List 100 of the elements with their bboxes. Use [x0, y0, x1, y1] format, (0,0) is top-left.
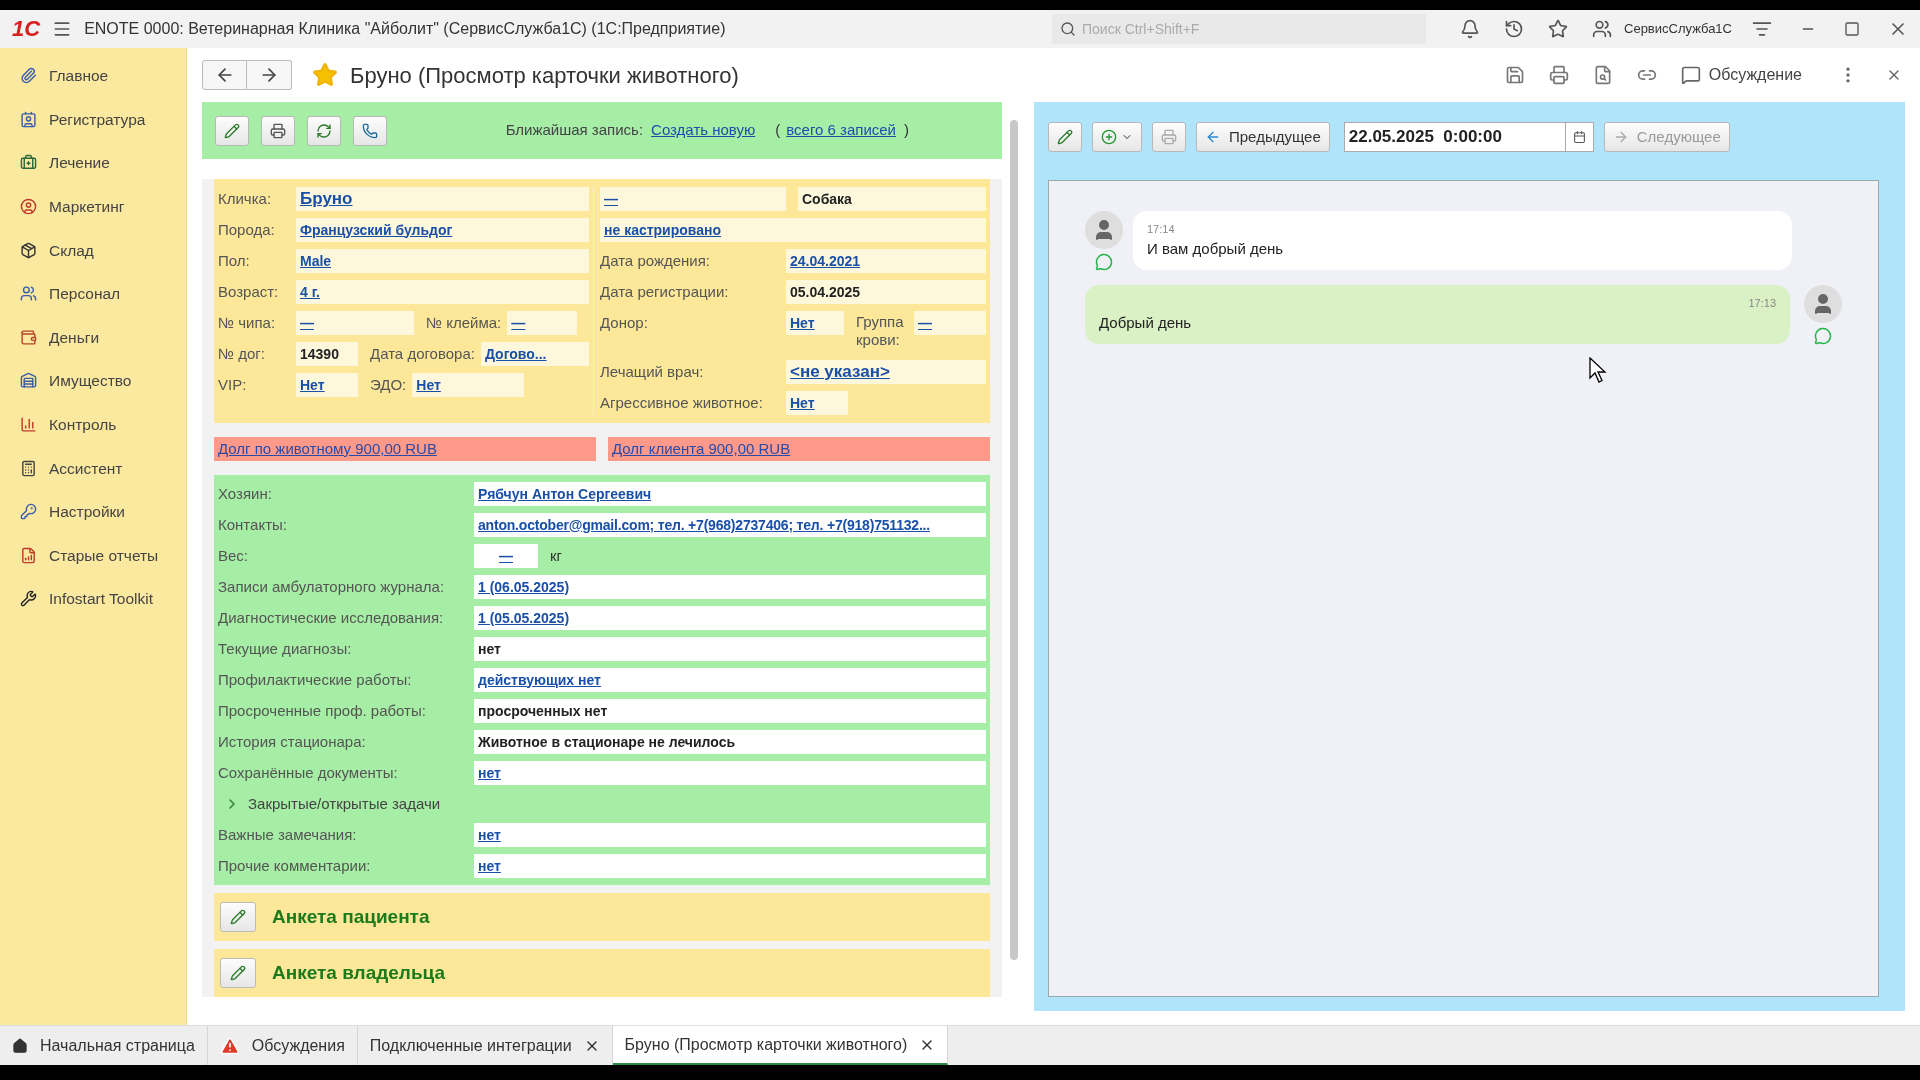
- sidebar-item[interactable]: Настройки: [0, 489, 186, 534]
- history-icon[interactable]: [1504, 19, 1524, 39]
- field-label: Записи амбулаторного журнала:: [218, 576, 446, 597]
- back-button[interactable]: [202, 60, 247, 90]
- bell-icon[interactable]: [1460, 19, 1480, 39]
- field-value[interactable]: Догово...: [480, 342, 589, 366]
- maximize-icon[interactable]: [1844, 21, 1860, 37]
- field-value[interactable]: нет: [474, 854, 986, 878]
- user-name[interactable]: СервисСлужба1С: [1624, 19, 1732, 39]
- field-value[interactable]: anton.october@gmail.com; тел. +7(968)2737406; тел. +7(918)751132...: [474, 513, 986, 537]
- plus-icon: [1101, 129, 1117, 145]
- page-title: Бруно (Просмотр карточки животного): [350, 61, 739, 90]
- window-title: ENOTE 0000: Ветеринарная Клиника "Айболит" (СервисСлужба1С) (1С:Предприятие): [84, 19, 726, 39]
- home-icon: [12, 1037, 28, 1054]
- sidebar-item[interactable]: Контроль: [0, 402, 186, 447]
- field-label: Дата договора:: [370, 343, 475, 364]
- field-value: просроченных нет: [474, 699, 986, 723]
- field-label: Лечащий врач:: [600, 362, 705, 382]
- field-label: Пол:: [218, 250, 251, 271]
- parenthesis: (: [775, 120, 781, 141]
- debt-link[interactable]: Долг по животному 900,00 RUB: [214, 437, 596, 461]
- forward-button[interactable]: [247, 60, 292, 90]
- debt-link[interactable]: Долг клиента 900,00 RUB: [608, 437, 990, 461]
- print-icon[interactable]: [1548, 65, 1569, 85]
- sidebar-item[interactable]: Старые отчеты: [0, 533, 186, 578]
- call-button[interactable]: [353, 115, 387, 146]
- field-value[interactable]: <не указан>: [786, 360, 986, 384]
- sidebar-item[interactable]: Деньги: [0, 315, 186, 360]
- refresh-button[interactable]: [307, 115, 341, 146]
- all-records-link[interactable]: всего 6 записей: [786, 119, 896, 142]
- calculator-icon: [20, 459, 37, 477]
- save-icon[interactable]: [1504, 65, 1525, 85]
- section-title[interactable]: Анкета пациента: [272, 902, 430, 932]
- field-value[interactable]: Нет: [296, 373, 358, 397]
- sidebar-item[interactable]: Infostart Toolkit: [0, 577, 186, 621]
- sidebar-item[interactable]: Ассистент: [0, 446, 186, 490]
- bar-chart-icon: [20, 416, 37, 434]
- refresh-icon: [316, 122, 332, 139]
- field-value[interactable]: нет: [474, 761, 986, 785]
- field-value[interactable]: нет: [474, 823, 986, 847]
- edit-button[interactable]: [220, 958, 256, 988]
- sidebar-item[interactable]: Главное: [0, 54, 186, 98]
- sidebar-item[interactable]: Склад: [0, 228, 186, 272]
- edit-button[interactable]: [215, 115, 249, 146]
- field-label: Дата регистрации:: [600, 282, 730, 302]
- field-value[interactable]: 1 (05.05.2025): [474, 606, 986, 630]
- printer-icon: [270, 122, 286, 139]
- field-value[interactable]: Нет: [786, 391, 848, 415]
- edit-button[interactable]: [1048, 122, 1082, 152]
- section-title[interactable]: Анкета владельца: [272, 958, 446, 988]
- search-field[interactable]: Поиск Ctrl+Shift+F: [1052, 14, 1426, 44]
- field-label: Диагностические исследования:: [218, 607, 445, 628]
- mouse-cursor-icon: [1589, 357, 1607, 383]
- sidebar-item[interactable]: Имущество: [0, 359, 186, 403]
- field-label: Хозяин:: [218, 483, 273, 504]
- star-icon[interactable]: [1548, 19, 1568, 39]
- field-value[interactable]: —: [600, 187, 786, 211]
- field-label: История стационара:: [218, 731, 367, 752]
- edit-button[interactable]: [220, 902, 256, 932]
- field-label: Контакты:: [218, 514, 288, 535]
- users-icon[interactable]: [1592, 19, 1612, 39]
- field-label: Группа крови:: [856, 313, 905, 349]
- group-toggle[interactable]: Закрытые/открытые задачи: [218, 792, 986, 816]
- star-icon[interactable]: [312, 62, 338, 88]
- package-icon: [20, 241, 37, 259]
- field-label: № дог:: [218, 343, 266, 364]
- field-value[interactable]: Нет: [786, 311, 844, 335]
- sidebar-item[interactable]: Маркетинг: [0, 184, 186, 229]
- field-value[interactable]: 24.04.2021: [786, 249, 986, 273]
- message-time: 17:13: [1748, 296, 1776, 311]
- field-value[interactable]: —: [507, 311, 578, 335]
- sidebar-item[interactable]: Регистратура: [0, 97, 186, 142]
- field-value[interactable]: Male: [296, 249, 589, 273]
- field-value[interactable]: —: [474, 544, 538, 568]
- paperclip-icon: [20, 67, 37, 85]
- sidebar-item[interactable]: Персонал: [0, 271, 186, 316]
- field-value[interactable]: Нет: [412, 373, 525, 397]
- previous-button[interactable]: Предыдущее: [1196, 122, 1330, 152]
- field-label: Порода:: [218, 219, 276, 240]
- add-button[interactable]: [1092, 122, 1142, 152]
- field-label: Просроченные проф. работы:: [218, 700, 427, 721]
- field-value[interactable]: Бруно: [296, 187, 589, 211]
- app-logo: 1С: [12, 18, 41, 40]
- date-field[interactable]: 22.05.2025 0:00:00: [1343, 122, 1594, 152]
- field-value[interactable]: Французский бульдог: [296, 218, 589, 242]
- create-new-link[interactable]: Создать новую: [651, 119, 756, 142]
- field-value: 14390: [296, 342, 358, 366]
- tab[interactable]: Бруно (Просмотр карточки животного): [612, 1026, 949, 1065]
- field-value[interactable]: 4 г.: [296, 280, 589, 304]
- field-label: Дата рождения:: [600, 251, 711, 271]
- field-value[interactable]: не кастрировано: [600, 218, 986, 242]
- print-button[interactable]: [261, 115, 295, 146]
- field-value[interactable]: Рябчун Антон Сергеевич: [474, 482, 986, 506]
- sidebar-item[interactable]: Лечение: [0, 141, 186, 185]
- field-value[interactable]: 1 (06.05.2025): [474, 575, 986, 599]
- field-value[interactable]: действующих нет: [474, 668, 986, 692]
- pencil-icon: [1057, 129, 1073, 145]
- discussion-button[interactable]: Обсуждение: [1680, 63, 1802, 87]
- field-value[interactable]: —: [914, 311, 986, 335]
- field-value[interactable]: —: [296, 311, 414, 335]
